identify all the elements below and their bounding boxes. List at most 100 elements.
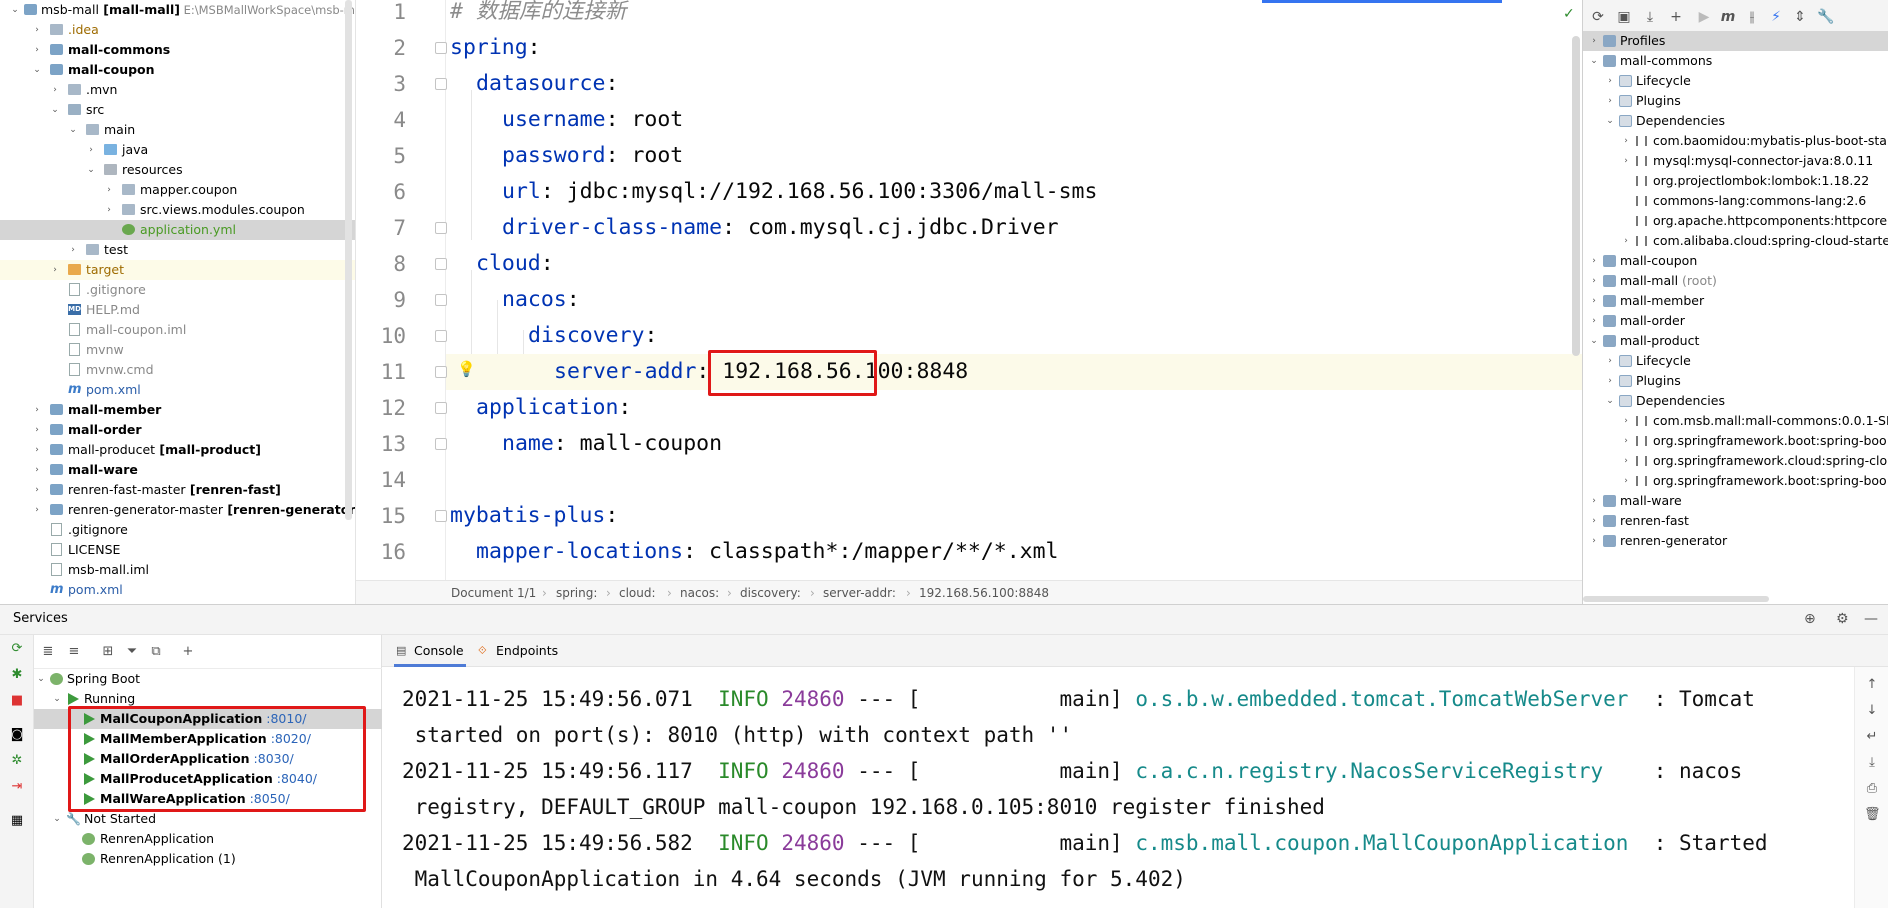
maven-dependency[interactable]: org.projectlombok:lombok:1.18.22 [1583,171,1888,191]
arrow-down-icon[interactable]: ↓ [1864,703,1880,719]
fold-marker-icon[interactable] [435,510,447,522]
rerun-icon[interactable]: ⟳ [9,641,25,657]
chevron-down-icon[interactable]: ⌄ [68,120,78,140]
maven-dependency[interactable]: › mysql:mysql-connector-java:8.0.11 [1583,151,1888,171]
code-line-1[interactable]: # 数据库的连接新 [450,0,626,30]
tree-item-renren-generator[interactable]: › renren-generator-master [renren-genera… [0,500,355,520]
tab-endpoints[interactable]: ⟐ Endpoints [476,635,566,667]
filter-icon[interactable]: ⏷ [124,644,140,660]
maven-item-mall-order[interactable]: › mall-order [1583,311,1888,331]
maven-item-mall-ware[interactable]: › mall-ware [1583,491,1888,511]
maven-hscrollbar[interactable] [1583,596,1769,602]
chevron-right-icon[interactable]: › [1621,451,1631,471]
maven-item-plugins[interactable]: › Plugins [1583,91,1888,111]
tree-scrollbar[interactable] [345,0,352,520]
chevron-down-icon[interactable]: ⌄ [1605,391,1615,411]
fold-end-icon[interactable] [435,366,447,378]
maven-item-lifecycle[interactable]: › Lifecycle [1583,71,1888,91]
code-line-5[interactable]: password: root [450,138,683,174]
chevron-right-icon[interactable]: › [32,20,42,40]
skip-tests-icon[interactable]: ⚡ [1767,8,1785,26]
editor[interactable]: ✓ 1 # 数据库的连接新 2 spring: 3 datasource: 4 … [356,0,1582,604]
chevron-right-icon[interactable]: › [1589,291,1599,311]
service-group-spring-boot[interactable]: ⌄ Spring Boot [34,669,382,689]
soft-wrap-icon[interactable]: ↵ [1864,729,1880,745]
service-group-not-started[interactable]: ⌄ 🔧 Not Started [34,809,382,829]
log-class-link[interactable]: o.s.b.w.embedded.tomcat.TomcatWebServer [1135,687,1628,711]
fold-marker-icon[interactable] [435,258,447,270]
chevron-right-icon[interactable]: › [32,420,42,440]
add-folder-icon[interactable]: ▣ [1615,8,1633,26]
maven-item-mall-member[interactable]: › mall-member [1583,291,1888,311]
code-line-6[interactable]: url: jdbc:mysql://192.168.56.100:3306/ma… [450,174,1097,210]
maven-item-mall-product[interactable]: ⌄ mall-product [1583,331,1888,351]
maven-dependency[interactable]: › com.alibaba.cloud:spring-cloud-starte [1583,231,1888,251]
chevron-right-icon[interactable]: › [1621,411,1631,431]
gear-icon[interactable]: ⚙ [1836,611,1849,627]
chevron-right-icon[interactable]: › [50,80,60,100]
chevron-down-icon[interactable]: ⌄ [1589,51,1599,71]
fold-marker-icon[interactable] [435,42,447,54]
chevron-right-icon[interactable]: › [1605,91,1615,111]
camera-icon[interactable]: ◙ [9,727,25,743]
layout-icon[interactable]: ▦ [9,813,25,829]
tree-item-coupon-iml[interactable]: mall-coupon.iml [0,320,355,340]
chevron-down-icon[interactable]: ⌄ [50,100,60,120]
tree-item-mvnw-cmd[interactable]: mvnw.cmd [0,360,355,380]
globe-icon[interactable]: ⊕ [1804,611,1816,627]
tree-item-src[interactable]: ⌄ src [0,100,355,120]
maven-item-lifecycle[interactable]: › Lifecycle [1583,351,1888,371]
chevron-down-icon[interactable]: ⌄ [1605,111,1615,131]
tree-item-target[interactable]: › target [0,260,355,280]
chevron-down-icon[interactable]: ⌄ [32,60,42,80]
reload-icon[interactable]: ⟳ [1589,8,1607,26]
maven-item-mall-coupon[interactable]: › mall-coupon [1583,251,1888,271]
print-icon[interactable]: ⎙ [1864,781,1880,797]
tree-item-gitignore[interactable]: .gitignore [0,280,355,300]
scroll-to-end-icon[interactable]: ⤓ [1864,755,1880,771]
breadcrumb-item[interactable]: server-addr: [823,581,896,604]
maven-dependency[interactable]: › org.springframework.boot:spring-boo [1583,431,1888,451]
chevron-right-icon[interactable]: › [104,180,114,200]
code-line-8[interactable]: cloud: [450,246,554,282]
tree-item-pom-xml[interactable]: m pom.xml [0,380,355,400]
tree-item-mall-order[interactable]: › mall-order [0,420,355,440]
maven-goal-icon[interactable]: m [1719,8,1737,26]
breadcrumb-item[interactable]: nacos: [680,581,719,604]
chevron-down-icon[interactable]: ⌄ [86,160,96,180]
debug-icon[interactable]: ✱ [9,667,25,683]
tree-item-idea[interactable]: › .idea [0,20,355,40]
tree-item-test[interactable]: › test [0,240,355,260]
tree-item-mvnw[interactable]: mvnw [0,340,355,360]
chevron-right-icon[interactable]: › [1605,351,1615,371]
code-line-12[interactable]: application: [450,390,631,426]
download-icon[interactable]: ⤓ [1641,8,1659,26]
chevron-down-icon[interactable]: ⌄ [1589,331,1599,351]
maven-item-dependencies[interactable]: ⌄ Dependencies [1583,111,1888,131]
chevron-right-icon[interactable]: › [32,480,42,500]
trash-icon[interactable]: 🗑 [1864,807,1881,823]
chevron-right-icon[interactable]: › [1621,471,1631,491]
code-line-3[interactable]: datasource: [450,66,618,102]
tree-item-msb-mall-iml[interactable]: msb-mall.iml [0,560,355,580]
minimize-icon[interactable]: — [1864,611,1878,627]
chevron-down-icon[interactable]: ⌄ [10,0,20,20]
maven-item-renren-generator[interactable]: › renren-generator [1583,531,1888,551]
chevron-right-icon[interactable]: › [32,40,42,60]
chevron-right-icon[interactable]: › [1589,531,1599,551]
chevron-right-icon[interactable]: › [86,140,96,160]
tree-item-root-gitignore[interactable]: .gitignore [0,520,355,540]
group-icon[interactable]: ⊞ [100,644,116,660]
chevron-right-icon[interactable]: › [1589,311,1599,331]
code-line-16[interactable]: mapper-locations: classpath*:/mapper/**/… [450,534,1059,570]
maven-item-mall-commons[interactable]: ⌄ mall-commons [1583,51,1888,71]
chevron-right-icon[interactable]: › [1621,231,1631,251]
breadcrumb-item[interactable]: 192.168.56.100:8848 [919,581,1049,604]
code-line-13[interactable]: name: mall-coupon [450,426,722,462]
exit-icon[interactable]: ⇥ [9,779,25,795]
fold-marker-icon[interactable] [435,78,447,90]
maven-dependency[interactable]: › org.springframework.boot:spring-boo [1583,471,1888,491]
chevron-right-icon[interactable]: › [32,440,42,460]
log-class-link[interactable]: c.a.c.n.registry.NacosServiceRegistry [1135,759,1603,783]
run-icon[interactable]: ▶ [1695,8,1713,26]
